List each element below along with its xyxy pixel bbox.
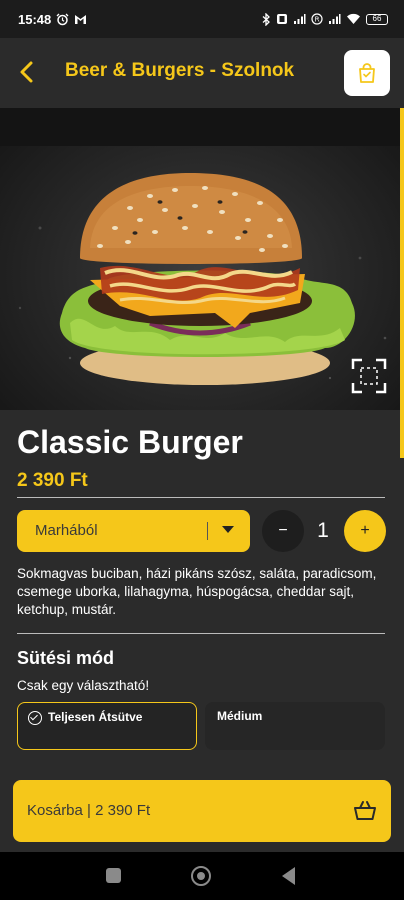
decrease-quantity-button[interactable]: −: [262, 510, 304, 552]
product-name: Classic Burger: [17, 424, 243, 460]
status-bar: 15:48 R 66: [0, 0, 404, 38]
registered-icon: R: [311, 13, 323, 25]
alarm-icon: [56, 13, 69, 25]
meat-select[interactable]: Marhából: [17, 510, 250, 552]
product-description: Sokmagvas buciban, házi pikáns szósz, sa…: [17, 566, 377, 617]
vibrate-icon: [277, 14, 287, 24]
divider: [17, 633, 385, 634]
cooking-option-label: Médium: [217, 709, 263, 723]
increase-quantity-button[interactable]: +: [344, 510, 386, 552]
product-price: 2 390 Ft: [17, 470, 88, 491]
status-left: 15:48: [18, 12, 87, 27]
product-image: [0, 108, 404, 410]
back-icon[interactable]: [282, 867, 295, 885]
chevron-left-icon: [20, 61, 33, 83]
cooking-section-title: Sütési mód: [17, 648, 115, 668]
cooking-option-label: Teljesen Átsütve: [48, 710, 143, 724]
add-to-cart-label: Kosárba | 2 390 Ft: [27, 802, 151, 819]
cooking-section-subtitle: Csak egy választható!: [17, 678, 150, 693]
fullscreen-button[interactable]: [350, 357, 388, 395]
home-icon[interactable]: [191, 866, 211, 886]
add-to-cart-button[interactable]: Kosárba | 2 390 Ft: [13, 780, 391, 842]
check-circle-icon: [28, 711, 42, 725]
cooking-option-medium[interactable]: Médium: [205, 702, 385, 750]
divider: [17, 497, 385, 498]
cart-button[interactable]: [344, 50, 390, 96]
quantity-value: 1: [317, 519, 329, 542]
scroll-indicator: [400, 108, 404, 458]
shopping-bag-icon: [359, 63, 375, 83]
chevron-down-icon: [222, 526, 234, 533]
status-right: R 66: [262, 12, 388, 26]
fullscreen-icon: [351, 358, 387, 394]
gmail-icon: [75, 14, 87, 24]
wifi-icon: [347, 13, 360, 24]
battery-indicator: 66: [366, 13, 388, 25]
signal-icon: [294, 14, 306, 24]
recents-icon[interactable]: [106, 868, 121, 883]
select-separator: [207, 522, 208, 540]
back-button[interactable]: [14, 58, 42, 86]
cooking-option-well-done[interactable]: Teljesen Átsütve: [17, 702, 197, 750]
app-header: Beer & Burgers - Szolnok: [0, 38, 404, 108]
meat-select-value: Marhából: [35, 522, 98, 539]
signal-icon: [329, 14, 341, 24]
restaurant-title: Beer & Burgers - Szolnok: [65, 60, 295, 81]
status-time: 15:48: [18, 11, 52, 27]
system-nav-bar: [0, 852, 404, 900]
burger-illustration: [18, 173, 387, 385]
bluetooth-icon: [262, 12, 270, 26]
basket-icon: [354, 801, 376, 820]
svg-text:R: R: [315, 16, 320, 24]
